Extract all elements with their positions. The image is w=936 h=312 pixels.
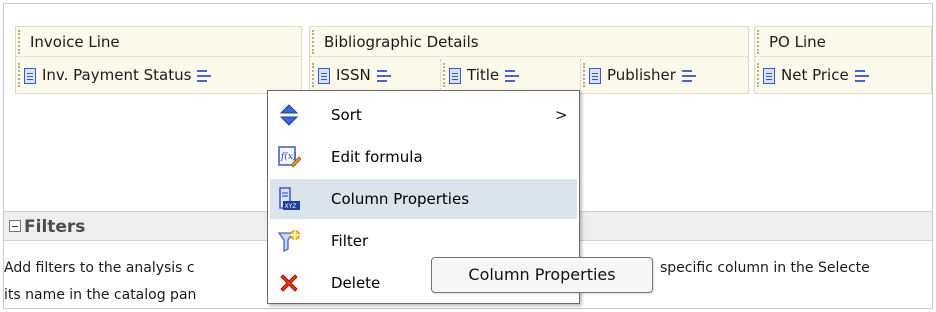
drag-handle[interactable] [18, 63, 21, 87]
column-label: Title [467, 66, 500, 84]
column-icon [24, 67, 36, 84]
menu-item-sort[interactable]: Sort > [270, 95, 577, 135]
menu-item-label: Edit formula [331, 148, 423, 166]
group-header-invoice-line[interactable]: Invoice Line [16, 27, 301, 57]
column-group-po-line: PO Line Net Price [754, 26, 932, 94]
column-title[interactable]: Title [440, 59, 575, 91]
drag-handle[interactable] [757, 63, 760, 87]
column-menu-icon[interactable] [505, 69, 521, 83]
drag-handle[interactable] [312, 63, 315, 87]
column-inv-payment-status[interactable]: Inv. Payment Status [16, 59, 303, 91]
drag-handle[interactable] [757, 30, 760, 54]
column-properties-icon: XYZ [279, 187, 300, 210]
column-label: Inv. Payment Status [42, 66, 192, 84]
column-issn[interactable]: ISSN [310, 59, 435, 91]
column-menu-icon[interactable] [854, 69, 871, 83]
column-publisher[interactable]: Publisher [580, 59, 748, 91]
svg-text:f(x): f(x) [280, 151, 297, 162]
sort-icon [279, 104, 299, 126]
column-menu-icon[interactable] [376, 69, 393, 83]
column-menu-icon[interactable] [197, 69, 213, 83]
group-header-po-line[interactable]: PO Line [755, 27, 931, 57]
tooltip: Column Properties [431, 257, 653, 293]
filters-help-text-end: specific column in the Selecte [660, 260, 870, 276]
menu-item-edit-formula[interactable]: f(x) Edit formula [270, 137, 577, 177]
column-icon [589, 67, 601, 84]
column-menu-icon[interactable] [681, 69, 698, 83]
filters-help-text-line2: its name in the catalog pan [4, 287, 197, 303]
drag-handle[interactable] [18, 30, 21, 54]
collapse-icon[interactable] [9, 220, 21, 232]
delete-icon [280, 274, 298, 292]
group-header-bibliographic-details[interactable]: Bibliographic Details [310, 27, 748, 57]
menu-item-label: Delete [331, 274, 381, 292]
filters-title: Filters [24, 217, 86, 237]
menu-item-filter[interactable]: Filter [270, 221, 577, 261]
menu-item-label: Filter [331, 232, 369, 250]
column-group-invoice-line: Invoice Line Inv. Payment Status [15, 26, 302, 94]
column-label: Net Price [781, 66, 849, 84]
column-group-bibliographic-details: Bibliographic Details ISSN Title Publish… [309, 26, 749, 94]
drag-handle[interactable] [312, 30, 315, 54]
menu-item-label: Sort [331, 106, 362, 124]
filter-icon [277, 230, 300, 253]
column-icon [449, 67, 461, 84]
column-icon [763, 67, 775, 84]
drag-handle[interactable] [443, 63, 446, 87]
column-icon [318, 67, 330, 84]
edit-formula-icon: f(x) [278, 146, 301, 168]
menu-item-label: Column Properties [331, 190, 470, 208]
drag-handle[interactable] [583, 63, 586, 87]
menu-item-column-properties[interactable]: XYZ Column Properties [270, 179, 577, 219]
column-label: Publisher [607, 66, 676, 84]
svg-text:XYZ: XYZ [285, 203, 297, 210]
filters-help-text: Add filters to the analysis c [4, 260, 195, 276]
column-net-price[interactable]: Net Price [755, 59, 933, 91]
submenu-arrow-icon: > [555, 106, 568, 124]
criteria-panel: Invoice Line Inv. Payment Status Bibliog… [3, 3, 933, 309]
column-label: ISSN [336, 66, 371, 84]
